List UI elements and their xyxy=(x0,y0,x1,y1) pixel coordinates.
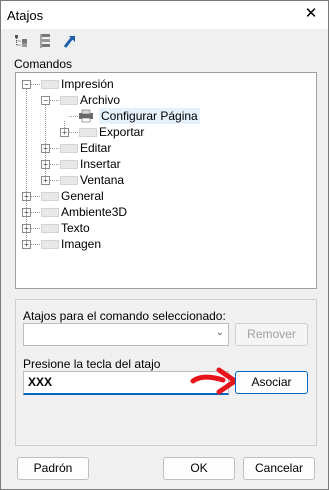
collapse-icon[interactable]: − xyxy=(41,96,50,105)
tree-node-label: Editar xyxy=(80,141,112,155)
tree-node[interactable]: + Ambiente3D xyxy=(16,204,314,220)
chevron-down-icon: ⌄ xyxy=(215,327,224,338)
node-icon xyxy=(79,128,97,137)
tree-node-label: Impresión xyxy=(61,77,114,91)
node-icon xyxy=(41,240,59,249)
tree-connector xyxy=(50,164,59,165)
tree-connector xyxy=(69,132,78,133)
tree-node-label: Ambiente3D xyxy=(61,205,128,219)
tree-node-label: Ventana xyxy=(80,173,125,187)
node-icon xyxy=(41,192,59,201)
tree-connector xyxy=(50,148,59,149)
tree-connector xyxy=(31,244,40,245)
tree-connector xyxy=(31,212,40,213)
commands-tree[interactable]: − Impresión − Archivo Configurar Página + Expo… xyxy=(15,72,317,289)
node-icon xyxy=(60,96,78,105)
cancel-button[interactable]: Cancelar xyxy=(243,457,315,480)
shortcuts-dialog: Atajos ✕ Comandos − Impresión − Archivo Conf… xyxy=(0,0,329,490)
tree-node[interactable]: + General xyxy=(16,188,314,204)
tree-node-label: Insertar xyxy=(80,157,121,171)
default-button[interactable]: Padrón xyxy=(17,457,89,480)
go-to-icon[interactable] xyxy=(62,33,78,49)
close-icon[interactable]: ✕ xyxy=(302,5,320,23)
tree-node[interactable]: + Imagen xyxy=(16,236,314,252)
commands-label: Comandos xyxy=(14,57,73,71)
expand-tree-icon[interactable] xyxy=(13,33,29,49)
tree-connector xyxy=(31,84,40,85)
tree-node-label: Exportar xyxy=(99,125,145,139)
toolbar xyxy=(1,29,328,53)
title-bar: Atajos ✕ xyxy=(1,1,328,29)
node-icon xyxy=(60,160,78,169)
node-icon xyxy=(41,208,59,217)
tree-node-label: Configurar Página xyxy=(99,108,200,124)
tree-connector xyxy=(31,196,40,197)
node-icon xyxy=(41,80,59,89)
tree-node[interactable]: + Insertar xyxy=(16,156,314,172)
tree-node[interactable]: + Exportar xyxy=(16,124,314,140)
tree-connector xyxy=(26,89,27,244)
tree-node[interactable]: + Editar xyxy=(16,140,314,156)
tree-connector xyxy=(31,228,40,229)
node-icon xyxy=(41,224,59,233)
tree-node-label: Archivo xyxy=(80,93,121,107)
window-title: Atajos xyxy=(7,8,44,23)
node-icon xyxy=(60,176,78,185)
tree-node[interactable]: + Texto xyxy=(16,220,314,236)
assign-button[interactable]: Asociar xyxy=(235,371,308,394)
tree-node[interactable]: + Ventana xyxy=(16,172,314,188)
collapse-tree-icon[interactable] xyxy=(38,33,54,49)
collapse-icon[interactable]: − xyxy=(22,80,31,89)
shortcuts-combo[interactable]: ⌄ xyxy=(23,323,229,346)
node-icon xyxy=(60,144,78,153)
tree-connector xyxy=(69,116,78,117)
red-arrow-icon xyxy=(190,367,238,395)
shortcuts-label: Atajos para el comando seleccionado: xyxy=(23,309,226,323)
ok-button[interactable]: OK xyxy=(163,457,235,480)
tree-node[interactable]: − Archivo xyxy=(16,92,314,108)
tree-node-label: Texto xyxy=(61,221,90,235)
tree-connector xyxy=(50,180,59,181)
tree-node[interactable]: Configurar Página xyxy=(16,108,314,124)
press-key-label: Presione la tecla del atajo xyxy=(23,357,161,371)
tree-connector xyxy=(64,121,65,132)
tree-node-label: Imagen xyxy=(61,237,102,251)
tree-connector xyxy=(45,105,46,180)
tree-connector xyxy=(50,100,59,101)
tree-node[interactable]: − Impresión xyxy=(16,76,314,92)
remove-button[interactable]: Remover xyxy=(235,323,308,346)
printer-icon xyxy=(79,109,93,123)
shortcut-key-value: XXX xyxy=(28,375,53,389)
tree-node-label: General xyxy=(61,189,104,203)
